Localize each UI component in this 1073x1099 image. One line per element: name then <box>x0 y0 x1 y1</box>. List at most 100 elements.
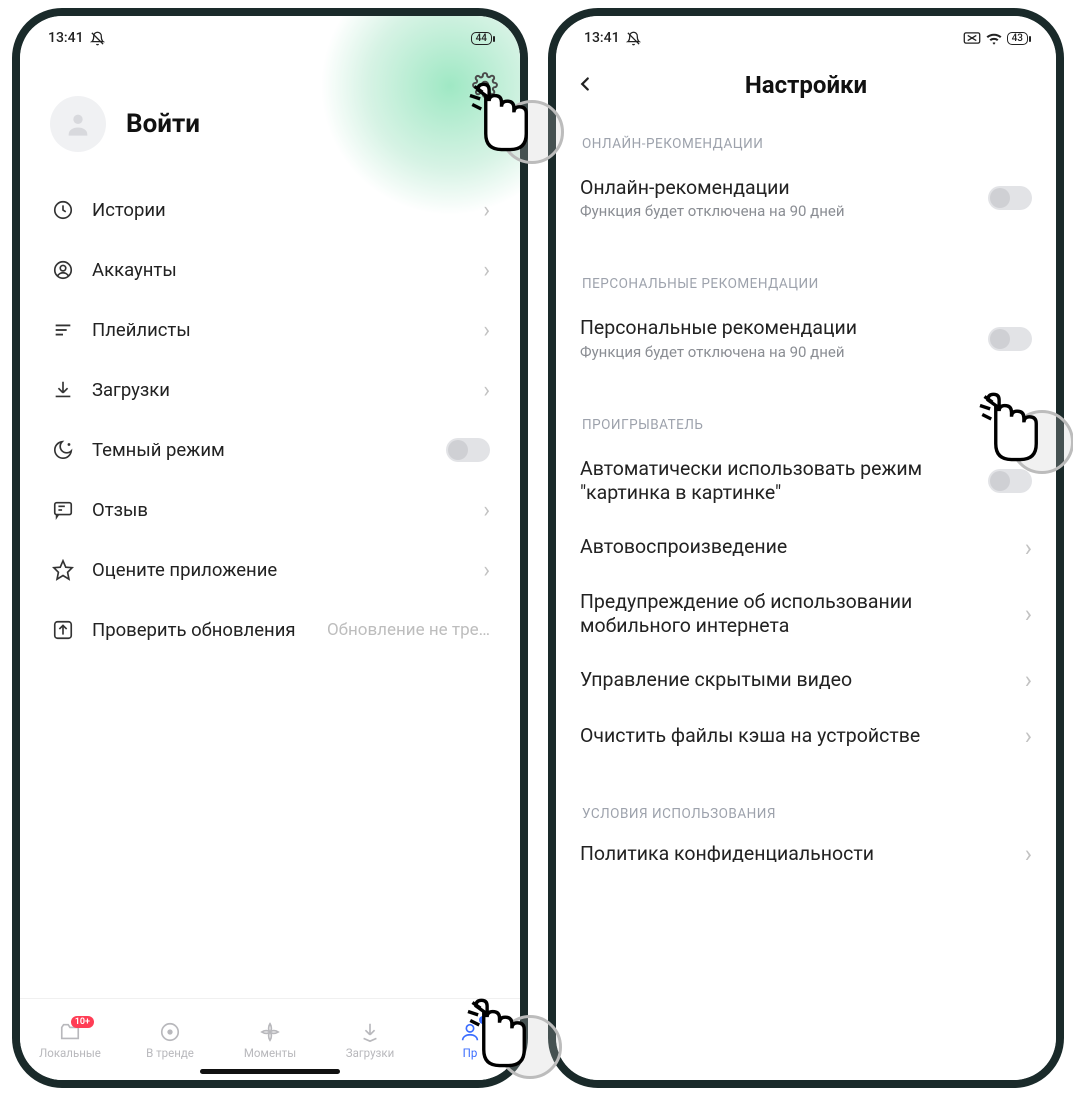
menu-subtext: Обновление не тре… <box>327 620 490 640</box>
chevron-right-icon: › <box>1025 840 1032 862</box>
menu-label: Отзыв <box>92 499 483 521</box>
section-header: ПРОИГРЫВАТЕЛЬ <box>578 393 1034 443</box>
chevron-right-icon: › <box>483 258 490 283</box>
menu-row-chat[interactable]: Отзыв› <box>50 480 490 540</box>
menu-row-clock[interactable]: Истории› <box>50 180 490 240</box>
moon-icon <box>50 439 76 461</box>
settings-row[interactable]: Управление скрытыми видео › <box>578 652 1034 708</box>
menu-label: Истории <box>92 199 483 221</box>
screen-right: 13:41 43 Настройки ОНЛАЙН-РЕКОМЕНДАЦИИОн… <box>556 16 1056 1080</box>
chevron-right-icon: › <box>483 318 490 343</box>
battery-icon: 44 <box>471 32 492 45</box>
phone-left-frame: 13:41 44 Войти Истории›Аккаунты›Плейлист… <box>12 8 528 1088</box>
row-title: Политика конфиденциальности <box>580 842 1015 862</box>
mute-bell-icon <box>626 31 641 46</box>
menu-label: Темный режим <box>92 439 446 461</box>
trend-icon <box>159 1020 181 1044</box>
notification-dot <box>479 1016 487 1024</box>
back-button[interactable] <box>574 72 596 102</box>
menu-row-star[interactable]: Оцените приложение› <box>50 540 490 600</box>
badge: 10+ <box>71 1016 94 1028</box>
avatar <box>50 96 106 152</box>
nav-label: Локальные <box>39 1046 101 1060</box>
page-title: Настройки <box>745 71 867 99</box>
nav-label: Загрузки <box>346 1046 394 1060</box>
tap-indicator-circle <box>498 1015 562 1079</box>
chevron-right-icon: › <box>483 558 490 583</box>
row-title: Персональные рекомендации <box>580 316 978 340</box>
nav-label: В тренде <box>146 1046 194 1060</box>
login-label: Войти <box>126 109 200 139</box>
row-title: Предупреждение об использовании мобильно… <box>580 590 1015 639</box>
section-header: ОНЛАЙН-РЕКОМЕНДАЦИИ <box>578 112 1034 162</box>
menu-row-user[interactable]: Аккаунты› <box>50 240 490 300</box>
menu-label: Оцените приложение <box>92 559 483 581</box>
row-title: Очистить файлы кэша на устройстве <box>580 724 1015 748</box>
toggle-switch[interactable] <box>988 186 1032 210</box>
bottom-nav: 10+ Локальные В тренде Моменты Загрузки Пр <box>20 998 520 1080</box>
settings-row[interactable]: Автоматически использовать режим "картин… <box>578 443 1034 520</box>
chat-icon <box>50 499 76 521</box>
status-bar: 13:41 43 <box>556 22 1056 54</box>
chevron-right-icon: › <box>1025 534 1032 562</box>
profile-header[interactable]: Войти <box>20 54 520 170</box>
home-indicator <box>200 1069 340 1074</box>
menu-row-update[interactable]: Проверить обновленияОбновление не тре… <box>50 600 490 660</box>
dl-icon <box>359 1020 381 1044</box>
row-title: Автоматически использовать режим "картин… <box>580 457 978 506</box>
menu-row-list[interactable]: Плейлисты› <box>50 300 490 360</box>
download-icon <box>50 379 76 401</box>
menu-label: Загрузки <box>92 379 483 401</box>
wifi-icon <box>985 31 1003 45</box>
moments-icon <box>259 1020 281 1044</box>
update-icon <box>50 619 76 641</box>
menu-label: Плейлисты <box>92 319 483 341</box>
menu-label: Проверить обновления <box>92 619 327 641</box>
row-subtitle: Функция будет отключена на 90 дней <box>580 202 978 220</box>
menu-list: Истории›Аккаунты›Плейлисты›Загрузки›Темн… <box>20 170 520 660</box>
chevron-right-icon: › <box>1025 722 1032 750</box>
chevron-right-icon: › <box>483 378 490 403</box>
tap-indicator-circle <box>500 100 564 164</box>
row-title: Управление скрытыми видео <box>580 668 1015 692</box>
mute-bell-icon <box>90 31 105 46</box>
toggle-switch[interactable] <box>988 469 1032 493</box>
nav-label: Пр <box>463 1046 478 1060</box>
row-title: Автовоспроизведение <box>580 535 1015 559</box>
menu-row-moon[interactable]: Темный режим <box>50 420 490 480</box>
section-header: ПЕРСОНАЛЬНЫЕ РЕКОМЕНДАЦИИ <box>578 252 1034 302</box>
battery-icon: 43 <box>1007 32 1028 45</box>
profile-icon <box>459 1020 481 1044</box>
nav-moments[interactable]: Моменты <box>220 999 320 1080</box>
row-title: Онлайн-рекомендации <box>580 176 978 200</box>
tap-indicator-circle <box>1010 410 1073 474</box>
chevron-right-icon: › <box>1025 600 1032 628</box>
chevron-right-icon: › <box>483 198 490 223</box>
nav-folder[interactable]: 10+ Локальные <box>20 999 120 1080</box>
settings-row[interactable]: Политика конфиденциальности › <box>578 832 1034 862</box>
phone-right-frame: 13:41 43 Настройки ОНЛАЙН-РЕКОМЕНДАЦИИОн… <box>548 8 1064 1088</box>
status-time: 13:41 <box>48 30 84 46</box>
settings-row[interactable]: Очистить файлы кэша на устройстве › <box>578 708 1034 764</box>
toggle-switch[interactable] <box>446 438 490 462</box>
row-subtitle: Функция будет отключена на 90 дней <box>580 343 978 361</box>
settings-header: Настройки <box>556 58 1056 112</box>
star-icon <box>50 559 76 581</box>
chevron-right-icon: › <box>483 498 490 523</box>
nav-label: Моменты <box>244 1046 296 1060</box>
menu-row-download[interactable]: Загрузки› <box>50 360 490 420</box>
toggle-switch[interactable] <box>988 327 1032 351</box>
nav-trend[interactable]: В тренде <box>120 999 220 1080</box>
settings-row[interactable]: Автовоспроизведение › <box>578 520 1034 576</box>
no-sim-icon <box>963 32 981 44</box>
user-icon <box>50 259 76 281</box>
settings-row[interactable]: Онлайн-рекомендации Функция будет отключе… <box>578 162 1034 234</box>
settings-row[interactable]: Предупреждение об использовании мобильно… <box>578 576 1034 653</box>
screen-left: 13:41 44 Войти Истории›Аккаунты›Плейлист… <box>20 16 520 1080</box>
nav-dl[interactable]: Загрузки <box>320 999 420 1080</box>
section-header: УСЛОВИЯ ИСПОЛЬЗОВАНИЯ <box>578 782 1034 832</box>
status-time: 13:41 <box>584 30 620 46</box>
settings-row[interactable]: Персональные рекомендации Функция будет о… <box>578 302 1034 374</box>
chevron-right-icon: › <box>1025 666 1032 694</box>
list-icon <box>50 319 76 341</box>
